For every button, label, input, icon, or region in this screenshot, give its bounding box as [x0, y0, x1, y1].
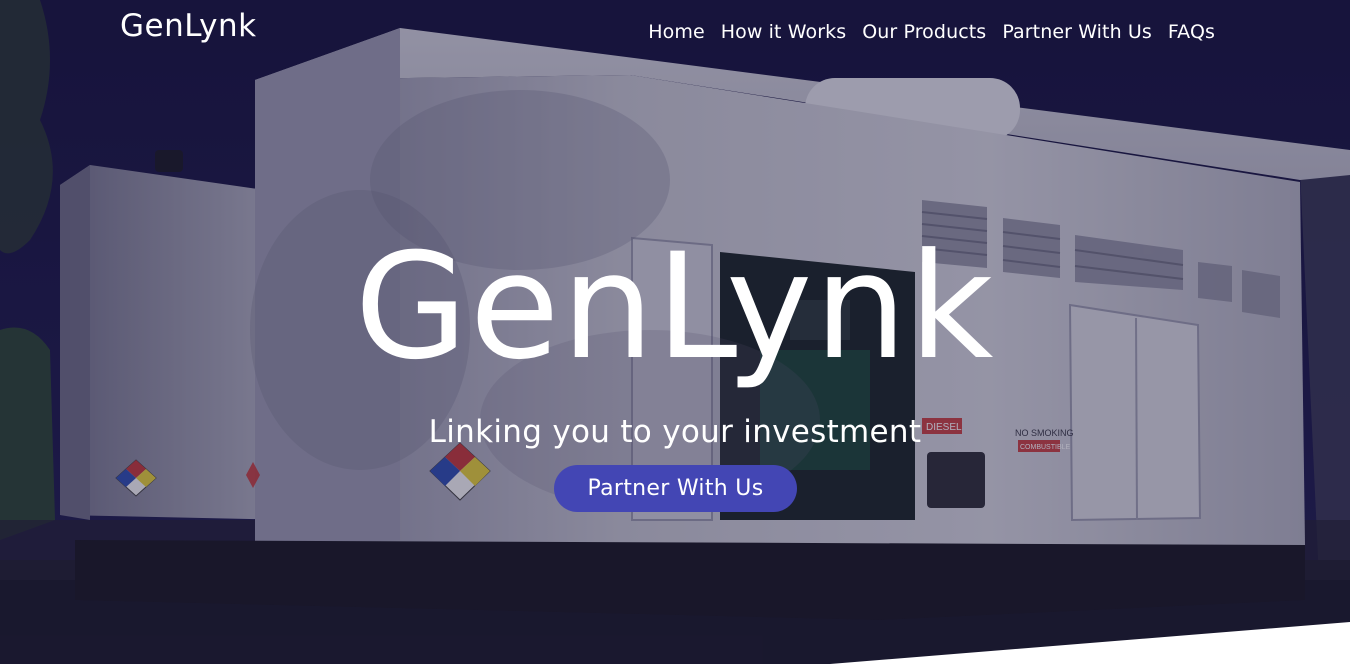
nav-item-partner-with-us: Partner With Us — [994, 20, 1160, 44]
partner-with-us-button[interactable]: Partner With Us — [554, 465, 797, 512]
nav-item-faqs: FAQs — [1160, 20, 1223, 44]
navbar: GenLynk Home How it Works Our Products P… — [0, 0, 1350, 64]
brand-logo-link[interactable]: GenLynk — [120, 8, 257, 44]
hero-section: DIESEL NO SMOKING COMBUSTIBLE GenLynk Ho… — [0, 0, 1350, 664]
nav-item-home: Home — [640, 20, 713, 44]
nav-link-home[interactable]: Home — [640, 21, 713, 43]
nav-menu: Home How it Works Our Products Partner W… — [640, 20, 1223, 44]
hero-title: GenLynk — [354, 222, 996, 392]
nav-link-how-it-works[interactable]: How it Works — [713, 21, 854, 43]
nav-link-partner-with-us[interactable]: Partner With Us — [994, 21, 1160, 43]
nav-link-our-products[interactable]: Our Products — [854, 21, 994, 43]
nav-item-our-products: Our Products — [854, 20, 994, 44]
hero-subtitle: Linking you to your investment — [428, 414, 922, 450]
nav-item-how-it-works: How it Works — [713, 20, 854, 44]
nav-link-faqs[interactable]: FAQs — [1160, 21, 1223, 43]
